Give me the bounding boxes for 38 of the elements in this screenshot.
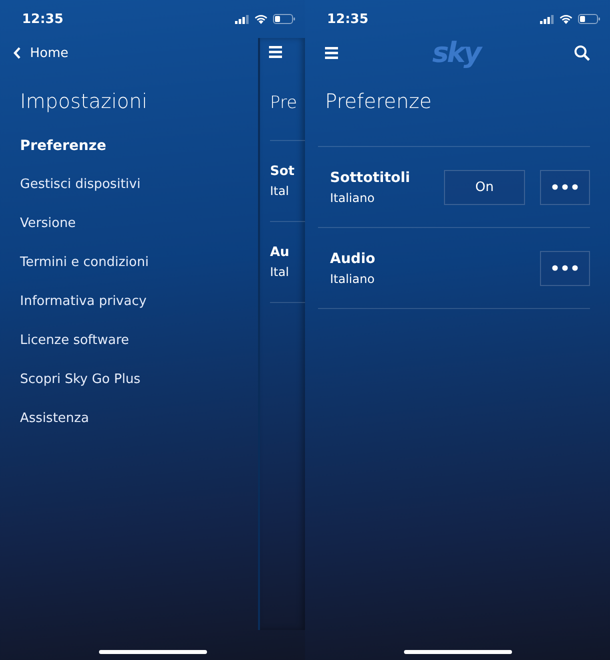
- menu-icon[interactable]: [269, 46, 282, 58]
- menu-icon[interactable]: [325, 47, 338, 59]
- status-time: 12:35: [22, 12, 64, 26]
- setting-value: Ital: [270, 184, 290, 198]
- menu-item[interactable]: Versione: [20, 216, 258, 255]
- more-icon: [552, 184, 578, 190]
- more-button[interactable]: [540, 250, 590, 286]
- wifi-icon: [559, 14, 573, 24]
- back-icon: [13, 47, 21, 59]
- menu-item[interactable]: Scopri Sky Go Plus: [20, 372, 258, 411]
- more-icon: [552, 265, 578, 271]
- page-title: Pre: [270, 92, 298, 115]
- toggle-button[interactable]: On: [444, 170, 525, 204]
- setting-value: Italiano: [330, 272, 376, 286]
- more-button[interactable]: [540, 170, 590, 204]
- page-title: Impostazioni: [20, 88, 148, 114]
- page-title: Preferenze: [325, 88, 433, 114]
- menu-item[interactable]: Termini e condizioni: [20, 255, 258, 294]
- search-icon[interactable]: [574, 45, 590, 61]
- battery-icon: [273, 14, 295, 24]
- signal-icon: [540, 14, 554, 24]
- back-button[interactable]: Home: [13, 38, 68, 68]
- logo: sky: [431, 38, 482, 68]
- setting-name: Sot: [270, 164, 296, 179]
- setting-name: Au: [270, 245, 290, 260]
- menu-item[interactable]: Licenze software: [20, 333, 258, 372]
- battery-icon: [578, 14, 600, 24]
- menu-item[interactable]: Assistenza: [20, 411, 258, 450]
- menu-item[interactable]: Gestisci dispositivi: [20, 177, 258, 216]
- setting-name: Audio: [330, 250, 376, 266]
- wifi-icon: [254, 14, 268, 24]
- menu-item[interactable]: Informativa privacy: [20, 294, 258, 333]
- menu-item[interactable]: Preferenze: [20, 138, 258, 177]
- setting-value: Ital: [270, 265, 290, 279]
- setting-name: Sottotitoli: [330, 170, 412, 186]
- setting-value: Italiano: [330, 190, 376, 204]
- signal-icon: [235, 14, 249, 24]
- status-time: 12:35: [327, 12, 370, 26]
